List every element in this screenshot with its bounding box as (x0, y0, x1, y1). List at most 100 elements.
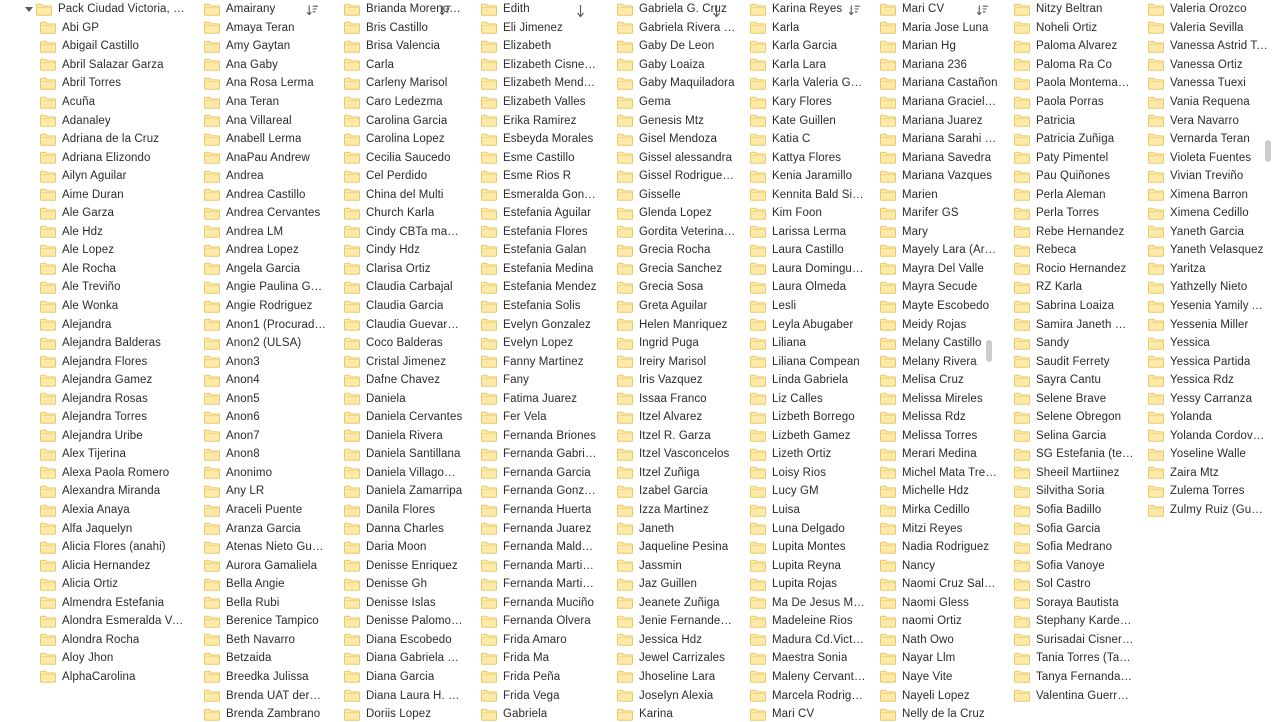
folder-item[interactable]: Perla Torres (1000, 204, 1134, 223)
folder-item[interactable]: Anon3 (186, 352, 326, 371)
folder-item[interactable]: Estefania Medina (463, 260, 599, 279)
folder-item[interactable]: Nancy (866, 556, 1000, 575)
folder-item[interactable]: Greta Aguilar (599, 297, 736, 316)
folder-item[interactable]: Alejandra Rosas (0, 389, 186, 408)
folder-item[interactable]: Zaira Mtz (1134, 464, 1268, 483)
folder-item[interactable]: Selene Obregon (1000, 408, 1134, 427)
folder-item[interactable]: Cel Perdido (326, 167, 463, 186)
folder-item[interactable]: Acuña (0, 93, 186, 112)
folder-item[interactable]: Alejandra (0, 315, 186, 334)
folder-item[interactable]: Joselyn Alexia (599, 686, 736, 705)
folder-item[interactable]: Yesenia Yamily Amaro (1134, 297, 1268, 316)
column-7[interactable]: Mari CV Maria Jose Luna Marian Hg Mariana 2… (866, 0, 1000, 722)
folder-item[interactable]: Nath Owo (866, 631, 1000, 650)
folder-item[interactable]: Mayte Escobedo (866, 297, 1000, 316)
folder-item[interactable]: Jenie Fernandez Ballez (599, 612, 736, 631)
folder-item[interactable]: Esmeralda Gonzalez (463, 185, 599, 204)
folder-item[interactable]: Evelyn Lopez (463, 334, 599, 353)
folder-item[interactable]: Karina (599, 705, 736, 722)
column-1[interactable]: Pack Ciudad Victoria, y res... Abi GP Abig… (0, 0, 186, 722)
folder-item[interactable]: Stephany Kardenas (1000, 612, 1134, 631)
folder-item[interactable]: Alicia Hernandez (0, 556, 186, 575)
folder-item[interactable]: Estefania Galan (463, 241, 599, 260)
folder-item[interactable]: Helen Manriquez (599, 315, 736, 334)
folder-item[interactable]: Daniela Cervantes (326, 408, 463, 427)
folder-item[interactable]: Mariana 236 (866, 56, 1000, 75)
folder-item[interactable]: Naye Vite (866, 668, 1000, 687)
tree-root-item[interactable]: Pack Ciudad Victoria, y res... (0, 0, 186, 19)
folder-item[interactable]: Itzel Vasconcelos (599, 445, 736, 464)
folder-item[interactable]: Cristal Jimenez (326, 352, 463, 371)
folder-item[interactable]: Daniela Santillana (326, 445, 463, 464)
folder-item[interactable]: Alondra Rocha (0, 631, 186, 650)
folder-item[interactable]: Fernanda Muciño (463, 594, 599, 613)
folder-item[interactable]: Maleny Cervantes (736, 668, 866, 687)
folder-item[interactable]: Denisse Islas (326, 594, 463, 613)
folder-item[interactable]: Alejandra Uribe (0, 427, 186, 446)
folder-item[interactable]: Estefania Mendez (463, 278, 599, 297)
folder-item[interactable]: Ale Lopez (0, 241, 186, 260)
folder-item[interactable]: Elizabeth Cisneros (463, 56, 599, 75)
folder-item[interactable]: Sandy (1000, 334, 1134, 353)
folder-item[interactable]: Ximena Cedillo (1134, 204, 1268, 223)
folder-item[interactable]: Caro Ledezma (326, 93, 463, 112)
folder-item[interactable]: Yaritza (1134, 260, 1268, 279)
folder-item[interactable]: Laura Castillo (736, 241, 866, 260)
folder-item[interactable]: Lesli (736, 297, 866, 316)
folder-item[interactable]: Zulmy Ruiz (Guemez) (1134, 501, 1268, 520)
folder-item[interactable]: Sol Castro (1000, 575, 1134, 594)
folder-item[interactable]: Fernanda Martinez CBTi (463, 575, 599, 594)
folder-item[interactable]: Zulema Torres (1134, 482, 1268, 501)
folder-item[interactable]: Vania Requena (1134, 93, 1268, 112)
folder-item[interactable]: Alejandra Torres (0, 408, 186, 427)
folder-item[interactable]: Beth Navarro (186, 631, 326, 650)
folder-item[interactable]: Denisse Palomo Rdz (326, 612, 463, 631)
folder-item[interactable]: Estefania Aguilar (463, 204, 599, 223)
folder-item[interactable]: Danna Charles (326, 519, 463, 538)
folder-item[interactable]: Alfa Jaquelyn (0, 519, 186, 538)
folder-item[interactable]: Kary Flores (736, 93, 866, 112)
folder-item[interactable]: SG Estefania (teef espi (1000, 445, 1134, 464)
folder-item[interactable]: Berenice Tampico (186, 612, 326, 631)
folder-item[interactable]: Merari Medina (866, 445, 1000, 464)
folder-item[interactable]: Karla Garcia (736, 37, 866, 56)
folder-item[interactable]: Ireiry Marisol (599, 352, 736, 371)
folder-item[interactable]: Laura Olmeda (736, 278, 866, 297)
folder-item[interactable]: Naomi Cruz Salazar (866, 575, 1000, 594)
folder-item[interactable]: Estefania Flores (463, 223, 599, 242)
folder-item[interactable]: Alejandra Gamez (0, 371, 186, 390)
column-2[interactable]: Amairany Amaya Teran Amy Gaytan Ana Gaby Ana… (186, 0, 326, 722)
folder-item[interactable]: Abigail Castillo (0, 37, 186, 56)
folder-item[interactable]: Ailyn Aguilar (0, 167, 186, 186)
folder-item[interactable]: Adriana de la Cruz (0, 130, 186, 149)
folder-item[interactable]: Vera Navarro (1134, 111, 1268, 130)
folder-item[interactable]: Karla Valeria Gutierrez (736, 74, 866, 93)
folder-item[interactable]: Anon2 (ULSA) (186, 334, 326, 353)
folder-item[interactable]: Izza Martinez (599, 501, 736, 520)
folder-item[interactable]: Amy Gaytan (186, 37, 326, 56)
folder-item[interactable]: naomi Ortiz (866, 612, 1000, 631)
folder-item[interactable]: Karla (736, 19, 866, 38)
folder-item[interactable]: Nayar Llm (866, 649, 1000, 668)
folder-item[interactable]: Lupita Rojas (736, 575, 866, 594)
folder-item[interactable]: Erika Ramirez (463, 111, 599, 130)
folder-item[interactable]: Carla (326, 56, 463, 75)
folder-item[interactable]: Fernanda Garcia (463, 464, 599, 483)
folder-item[interactable]: Marian Hg (866, 37, 1000, 56)
folder-item[interactable]: Yessenia Miller (1134, 315, 1268, 334)
folder-item[interactable]: Evelyn Gonzalez (463, 315, 599, 334)
folder-item[interactable]: Larissa Lerma (736, 223, 866, 242)
folder-item[interactable]: Carleny Marisol (326, 74, 463, 93)
folder-item[interactable]: Vanessa Astrid Torres (1134, 37, 1268, 56)
folder-item[interactable]: Vivian Treviño (1134, 167, 1268, 186)
folder-item[interactable]: Vanessa Tuexi (1134, 74, 1268, 93)
folder-item[interactable]: Fany (463, 371, 599, 390)
folder-item[interactable]: Sabrina Loaiza (1000, 297, 1134, 316)
scrollbar-column-5[interactable] (986, 340, 992, 362)
folder-item[interactable]: Fernanda Juarez (463, 519, 599, 538)
folder-item[interactable]: Valentina Guerrero (1000, 686, 1134, 705)
column-4[interactable]: Edith Eli Jimenez Elizabeth Elizabeth Cisne… (463, 0, 599, 722)
folder-item[interactable]: Liliana (736, 334, 866, 353)
folder-item[interactable]: Yessica Partida (1134, 352, 1268, 371)
folder-item[interactable]: Ana Teran (186, 93, 326, 112)
